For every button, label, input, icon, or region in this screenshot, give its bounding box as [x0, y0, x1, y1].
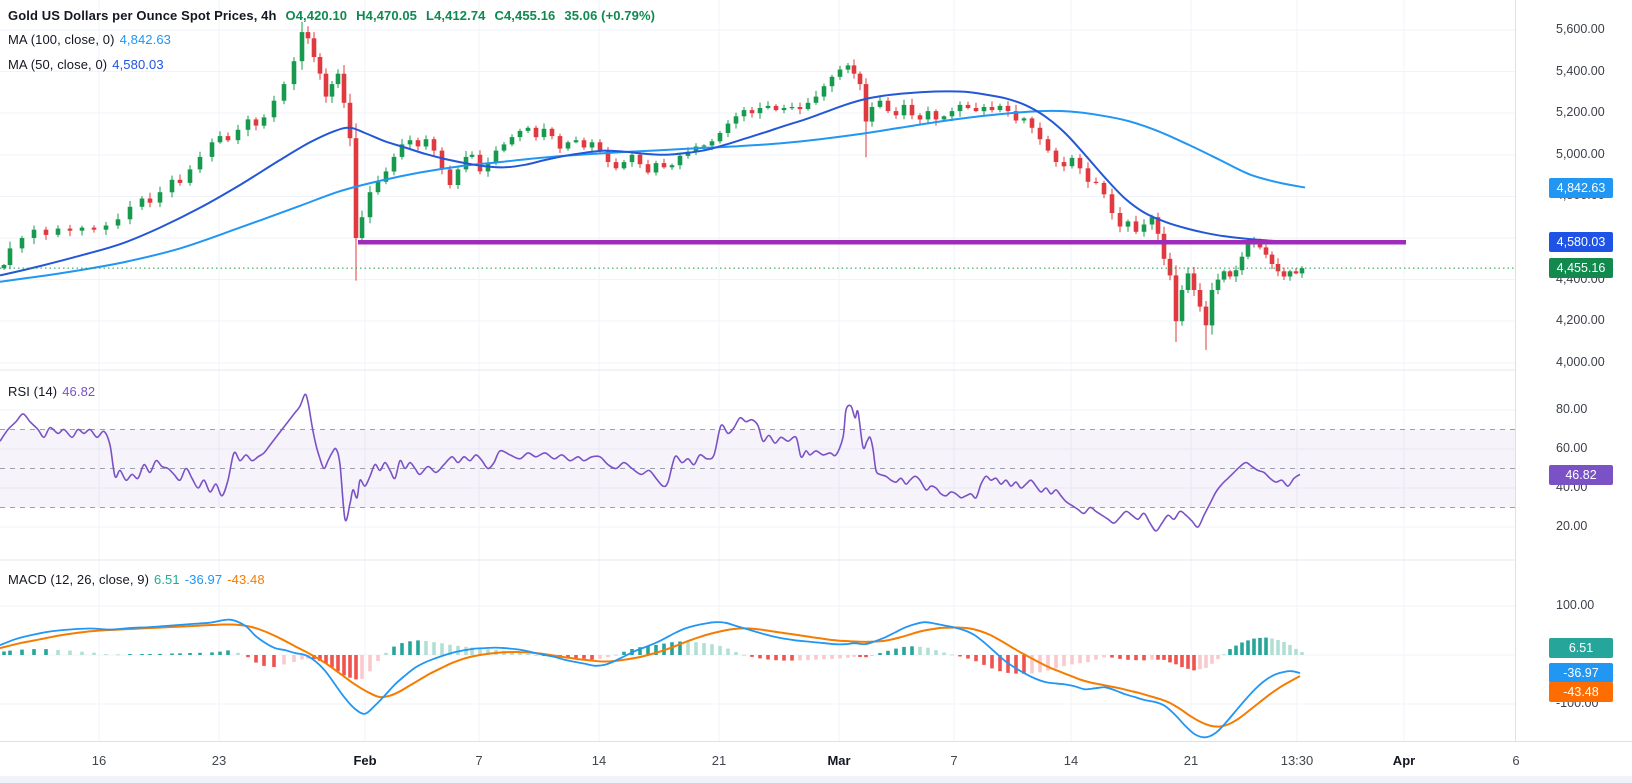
rsi-tick-label: 60.00: [1556, 441, 1587, 455]
moving-averages: [0, 91, 1305, 281]
time-tick-label: 7: [475, 753, 482, 768]
macd-label: MACD (12, 26, close, 9): [8, 572, 149, 587]
ma50-label: MA (50, close, 0): [8, 57, 107, 72]
time-tick-label: 23: [212, 753, 226, 768]
time-tick-label: Apr: [1393, 753, 1415, 768]
main-legend-row[interactable]: Gold US Dollars per Ounce Spot Prices, 4…: [8, 8, 655, 23]
price-tick-label: 4,200.00: [1556, 313, 1605, 327]
close-value: C4,455.16: [494, 8, 555, 23]
time-tick-label: 7: [950, 753, 957, 768]
time-tick-label: 6: [1512, 753, 1519, 768]
ma100-badge: 4,842.63: [1549, 178, 1613, 198]
macd-legend-row[interactable]: MACD (12, 26, close, 9) 6.51 -36.97 -43.48: [8, 572, 265, 587]
ma100-value: 4,842.63: [120, 32, 171, 47]
ma100-label: MA (100, close, 0): [8, 32, 115, 47]
time-tick-label: 14: [592, 753, 606, 768]
rsi-value: 46.82: [62, 384, 95, 399]
ma50-legend-row[interactable]: MA (50, close, 0) 4,580.03: [8, 57, 164, 72]
low-value: L4,412.74: [426, 8, 485, 23]
ma50-value: 4,580.03: [112, 57, 163, 72]
time-tick-label: 14: [1064, 753, 1078, 768]
macd-hist-value: 6.51: [154, 572, 180, 587]
time-tick-label: 13:30: [1281, 753, 1314, 768]
rsi-legend-row[interactable]: RSI (14) 46.82: [8, 384, 95, 399]
last-price-badge: 4,455.16: [1549, 258, 1613, 278]
rsi-label: RSI (14): [8, 384, 57, 399]
rsi-tick-label: 80.00: [1556, 402, 1587, 416]
price-tick-label: 5,200.00: [1556, 105, 1605, 119]
time-axis-border: [0, 741, 1632, 742]
trading-chart-window: Gold US Dollars per Ounce Spot Prices, 4…: [0, 0, 1632, 783]
bottom-strip: [0, 776, 1632, 783]
price-tick-label: 4,000.00: [1556, 355, 1605, 369]
time-tick-label: 16: [92, 753, 106, 768]
time-tick-label: 21: [712, 753, 726, 768]
high-value: H4,470.05: [356, 8, 417, 23]
macd-line-badge: -36.97: [1549, 663, 1613, 683]
time-tick-label: 21: [1184, 753, 1198, 768]
macd-signal-value: -43.48: [227, 572, 264, 587]
ma50-badge: 4,580.03: [1549, 232, 1613, 252]
price-axis-border: [1515, 0, 1516, 741]
chart-canvas[interactable]: [0, 0, 1632, 783]
price-tick-label: 5,000.00: [1556, 147, 1605, 161]
change-value: 35.06 (+0.79%): [564, 8, 655, 23]
price-tick-label: 5,600.00: [1556, 22, 1605, 36]
rsi-pane: [0, 394, 1515, 531]
macd-tick-label: 100.00: [1556, 598, 1594, 612]
price-tick-label: 5,400.00: [1556, 64, 1605, 78]
macd-hist-badge: 6.51: [1549, 638, 1613, 658]
ma100-legend-row[interactable]: MA (100, close, 0) 4,842.63: [8, 32, 171, 47]
symbol-title: Gold US Dollars per Ounce Spot Prices, 4…: [8, 8, 277, 23]
rsi-tick-label: 20.00: [1556, 519, 1587, 533]
open-value: O4,420.10: [286, 8, 348, 23]
rsi-badge: 46.82: [1549, 465, 1613, 485]
time-tick-label: Feb: [353, 753, 376, 768]
candlestick-series: [2, 22, 1305, 350]
time-tick-label: Mar: [827, 753, 850, 768]
overlays: [0, 242, 1515, 268]
macd-signal-badge: -43.48: [1549, 682, 1613, 702]
macd-pane: [0, 620, 1304, 738]
macd-line-value: -36.97: [185, 572, 222, 587]
